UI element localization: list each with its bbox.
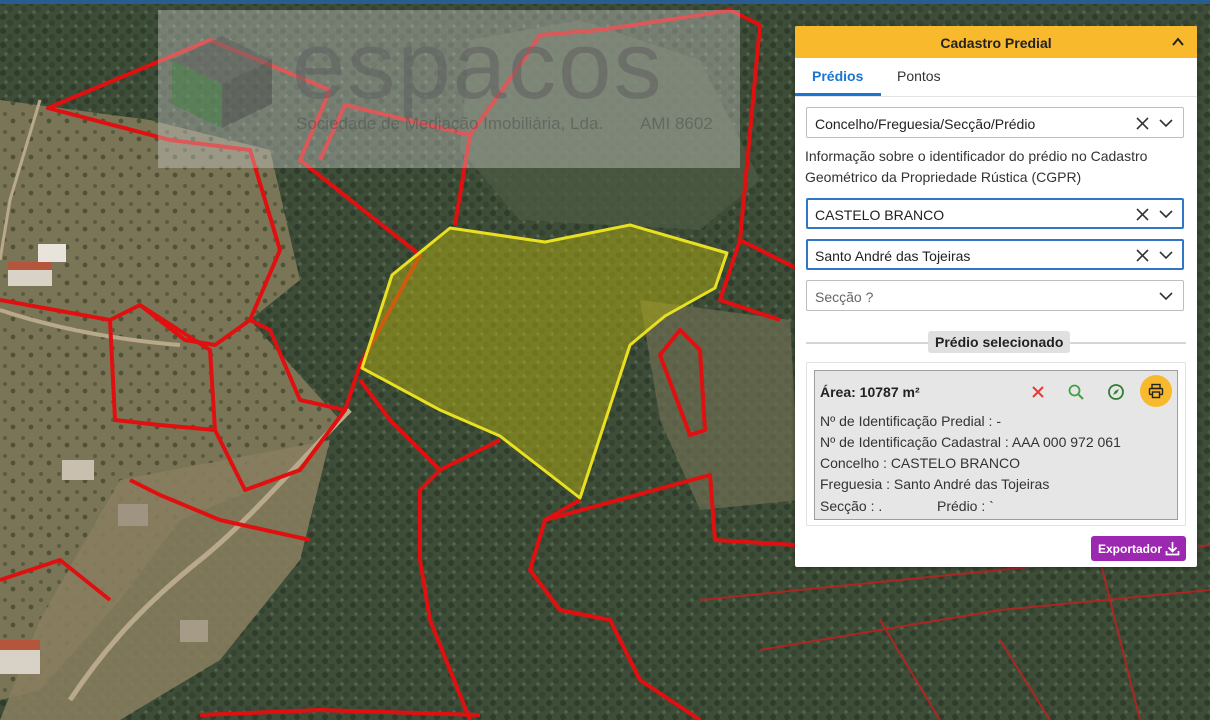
building [0, 640, 40, 650]
watermark-subtitle: Sociedade de Mediação Imobiliária, Lda. [296, 114, 604, 133]
cadastro-panel: Cadastro Predial Prédios Pontos Concelho… [795, 26, 1197, 567]
print-icon [1148, 383, 1164, 399]
chevron-down-icon[interactable] [1159, 118, 1173, 128]
watermark: espacos Sociedade de Mediação Imobiliári… [158, 10, 740, 168]
result-line: Nº de Identificação Predial : - [820, 413, 1001, 429]
close-icon[interactable] [1136, 208, 1149, 221]
close-icon[interactable] [1029, 383, 1047, 401]
result-line: Secção : . [820, 498, 883, 514]
active-tab-indicator [795, 93, 881, 96]
concelho-select[interactable]: CASTELO BRANCO [806, 198, 1184, 229]
result-line: Nº de Identificação Cadastral : AAA 000 … [820, 434, 1121, 450]
export-label: Exportador [1098, 542, 1163, 556]
predio-value: Prédio : ` [937, 498, 994, 514]
espacos-logo-icon [172, 36, 272, 128]
search-select-value: Concelho/Freguesia/Secção/Prédio [815, 116, 1036, 132]
area-value: Área: 10787 m² [820, 384, 920, 400]
tab-predios[interactable]: Prédios [812, 68, 863, 84]
seccao-placeholder: Secção ? [815, 289, 874, 305]
chevron-down-icon[interactable] [1159, 250, 1173, 260]
export-button[interactable]: Exportador [1091, 536, 1186, 561]
tab-pontos[interactable]: Pontos [897, 68, 941, 84]
selected-parcel-label: Prédio selecionado [928, 331, 1071, 353]
building [62, 460, 94, 480]
print-button[interactable] [1140, 375, 1172, 407]
freguesia-value: Santo André das Tojeiras [815, 248, 971, 264]
building [118, 504, 148, 526]
watermark-title: espacos [292, 12, 664, 119]
tab-bar: Prédios Pontos [795, 58, 1197, 97]
watermark-license: AMI 8602 [640, 114, 713, 133]
download-icon [1165, 542, 1180, 556]
search-icon[interactable] [1067, 383, 1085, 401]
building [8, 262, 52, 270]
chevron-down-icon[interactable] [1159, 291, 1173, 301]
freguesia-select[interactable]: Santo André das Tojeiras [806, 239, 1184, 270]
building [38, 244, 66, 262]
chevron-down-icon[interactable] [1159, 209, 1173, 219]
concelho-value: CASTELO BRANCO [815, 207, 945, 223]
info-text: Informação sobre o identificador do préd… [805, 148, 1148, 185]
chevron-up-icon[interactable] [1171, 35, 1185, 49]
result-line: Freguesia : Santo André das Tojeiras [820, 476, 1050, 492]
compass-icon[interactable] [1107, 383, 1125, 401]
result-card: Área: 10787 m² Nº de Identificação Predi… [814, 370, 1178, 520]
close-icon[interactable] [1136, 249, 1149, 262]
result-line: Concelho : CASTELO BRANCO [820, 455, 1020, 471]
building [180, 620, 208, 642]
search-select[interactable]: Concelho/Freguesia/Secção/Prédio [806, 107, 1184, 138]
top-bar [0, 0, 1210, 4]
panel-title: Cadastro Predial [940, 35, 1052, 51]
close-icon[interactable] [1136, 117, 1149, 130]
panel-header[interactable]: Cadastro Predial [795, 26, 1197, 58]
seccao-select[interactable]: Secção ? [806, 280, 1184, 311]
